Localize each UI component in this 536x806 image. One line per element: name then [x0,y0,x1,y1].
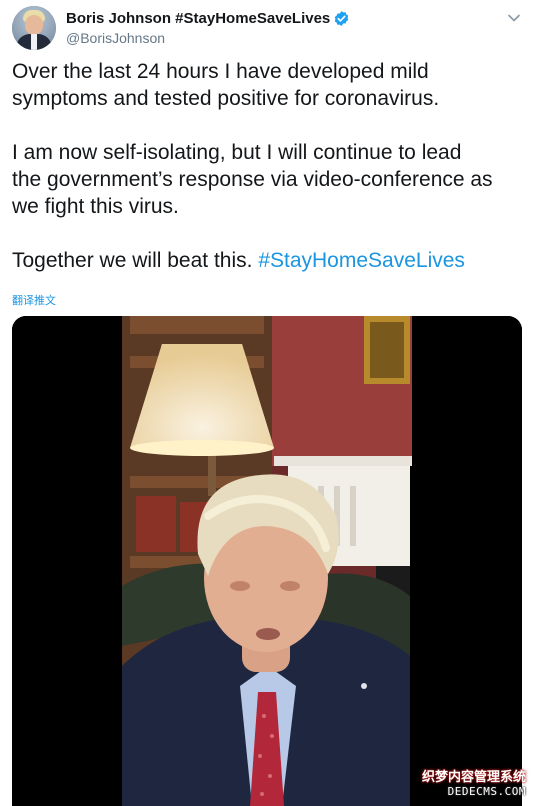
verified-badge-icon [335,10,349,26]
display-name[interactable]: Boris Johnson #StayHomeSaveLives [66,10,330,27]
watermark-text: 织梦内容管理系统 [421,769,526,784]
site-watermark: 织梦内容管理系统 DEDECMS.COM [422,766,526,798]
video-frame [12,316,522,806]
tweet-line: we fight this virus. [12,195,179,218]
tweet-closing-line: Together we will beat this. #StayHomeSav… [12,247,524,274]
tweet-card: Boris Johnson #StayHomeSaveLives @BorisJ… [0,0,536,806]
translate-tweet-link[interactable]: 翻译推文 [12,292,56,308]
tweet-line: the government’s response via video-conf… [12,168,493,191]
tweet-line: Over the last 24 hours I have developed … [12,60,429,83]
tweet-line: I am now self-isolating, but I will cont… [12,141,462,164]
closing-text: Together we will beat this. [12,249,253,272]
hashtag-link[interactable]: #StayHomeSaveLives [258,249,465,272]
video-player[interactable] [12,316,522,806]
author-names: Boris Johnson #StayHomeSaveLives @BorisJ… [66,8,350,46]
tweet-line: symptoms and tested positive for coronav… [12,87,440,110]
tweet-text: Over the last 24 hours I have developed … [12,58,524,274]
handle[interactable]: @BorisJohnson [66,30,350,46]
avatar[interactable] [12,6,56,50]
watermark-url: DEDECMS.COM [447,785,526,798]
chevron-down-icon[interactable] [506,10,522,26]
tweet-header: Boris Johnson #StayHomeSaveLives @BorisJ… [12,4,524,50]
